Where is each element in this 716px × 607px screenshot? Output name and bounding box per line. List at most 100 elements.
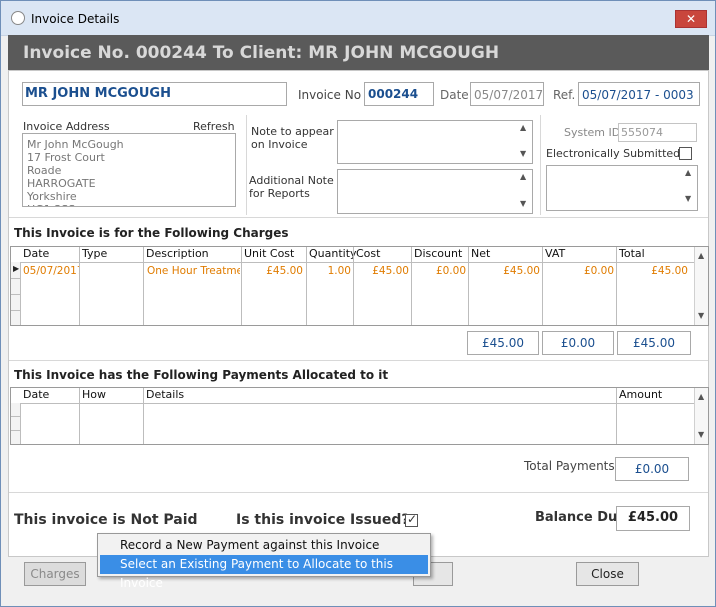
row-selector[interactable] <box>11 417 21 431</box>
row-selector[interactable] <box>11 311 21 325</box>
scroll-down-icon[interactable]: ▼ <box>698 311 704 320</box>
col-details-header[interactable]: Details <box>144 388 344 403</box>
ref-label: Ref. <box>553 88 576 102</box>
col-line <box>143 247 144 325</box>
cell-total: £45.00 <box>651 265 688 277</box>
date-value: 05/07/2017 <box>474 88 544 102</box>
col-unit-cost-header[interactable]: Unit Cost <box>242 247 306 262</box>
col-date-header[interactable]: Date <box>21 247 81 262</box>
scroll-down-icon[interactable]: ▼ <box>520 199 526 208</box>
additional-note-scrollbar[interactable]: ▲ ▼ <box>517 170 532 213</box>
issued-question-label: Is this invoice Issued? <box>236 512 410 528</box>
cell-date: 05/07/2017 <box>23 265 79 277</box>
scroll-up-icon[interactable]: ▲ <box>698 392 704 401</box>
col-discount-header[interactable]: Discount <box>412 247 470 262</box>
invoice-banner: Invoice No. 000244 To Client: MR JOHN MC… <box>8 35 709 70</box>
invoice-no-value: 000244 <box>368 87 419 101</box>
issued-checkbox[interactable]: ✓ <box>405 512 418 527</box>
note-scrollbar[interactable]: ▲ ▼ <box>517 121 532 163</box>
row-selector[interactable] <box>11 295 21 311</box>
col-amount-header[interactable]: Amount <box>617 388 689 403</box>
ref-value: 05/07/2017 - 0003 <box>582 88 694 102</box>
system-id-value: 555074 <box>621 126 663 139</box>
ref-field[interactable]: 05/07/2017 - 0003 <box>578 82 700 106</box>
row-selector[interactable] <box>11 431 21 444</box>
date-label: Date <box>440 88 469 102</box>
header-underline <box>21 262 694 263</box>
submission-scrollbar[interactable]: ▲ ▼ <box>682 166 697 210</box>
scroll-down-icon[interactable]: ▼ <box>520 149 526 158</box>
checkmark-icon: ✓ <box>407 512 418 526</box>
submission-notes-field[interactable]: ▲ ▼ <box>546 165 698 211</box>
charges-button[interactable]: Charges <box>24 562 86 586</box>
payments-scrollbar[interactable]: ▲ ▼ <box>694 388 708 444</box>
total-payments-label: Total Payments <box>524 459 615 473</box>
electronically-submitted-label: Electronically Submitted <box>546 147 681 160</box>
divider <box>9 360 708 361</box>
cell-vat: £0.00 <box>583 265 614 277</box>
additional-note-label-line1: Additional Note <box>249 174 334 187</box>
col-line <box>616 388 617 444</box>
col-line <box>468 247 469 325</box>
title-bar: Invoice Details ✕ <box>1 1 715 36</box>
cell-quantity: 1.00 <box>327 265 351 277</box>
col-line <box>616 247 617 325</box>
col-line <box>411 247 412 325</box>
col-type-header[interactable]: Type <box>80 247 140 262</box>
invoice-address-label: Invoice Address <box>23 120 110 133</box>
invoice-address-field[interactable]: Mr John McGough 17 Frost Court Roade HAR… <box>22 133 236 207</box>
invoice-no-field[interactable]: 000244 <box>364 82 434 106</box>
invoice-content: MR JOHN MCGOUGH Invoice No 000244 Date 0… <box>8 70 709 557</box>
col-line <box>353 247 354 325</box>
balance-due-label: Balance Due <box>535 510 627 525</box>
note-label-line2: on Invoice <box>251 138 308 151</box>
scroll-down-icon[interactable]: ▼ <box>685 194 691 203</box>
col-line <box>241 247 242 325</box>
col-date-header[interactable]: Date <box>21 388 81 403</box>
col-quantity-header[interactable]: Quantity <box>307 247 357 262</box>
cell-cost: £45.00 <box>372 265 409 277</box>
col-line <box>306 247 307 325</box>
divider <box>540 115 541 215</box>
row-selector[interactable] <box>11 403 21 417</box>
additional-note-label-line2: for Reports <box>249 187 310 200</box>
col-how-header[interactable]: How <box>80 388 140 403</box>
cell-description: One Hour Treatme <box>147 265 240 277</box>
scroll-up-icon[interactable]: ▲ <box>698 251 704 260</box>
divider <box>9 492 708 493</box>
col-line <box>79 247 80 325</box>
charges-scrollbar[interactable]: ▲ ▼ <box>694 247 708 325</box>
total-payments-field: £0.00 <box>615 457 689 481</box>
col-net-header[interactable]: Net <box>469 247 541 262</box>
scroll-up-icon[interactable]: ▲ <box>685 168 691 177</box>
menu-item-record-new-payment[interactable]: Record a New Payment against this Invoic… <box>100 536 428 555</box>
electronically-submitted-checkbox[interactable] <box>679 147 692 160</box>
invoice-details-window: Invoice Details ✕ Invoice No. 000244 To … <box>0 0 716 607</box>
system-id-field: 555074 <box>618 123 697 142</box>
client-name-field[interactable]: MR JOHN MCGOUGH <box>22 82 287 106</box>
balance-due-field: £45.00 <box>616 506 690 531</box>
window-title: Invoice Details <box>31 12 120 26</box>
menu-item-select-existing-payment[interactable]: Select an Existing Payment to Allocate t… <box>100 555 428 590</box>
col-line <box>542 247 543 325</box>
refresh-link[interactable]: Refresh <box>193 120 235 133</box>
date-field[interactable]: 05/07/2017 <box>470 82 544 106</box>
col-line <box>79 388 80 444</box>
divider <box>246 115 247 215</box>
scroll-up-icon[interactable]: ▲ <box>520 123 526 132</box>
grand-total-field: £45.00 <box>617 331 691 355</box>
close-window-button[interactable]: ✕ <box>675 10 707 28</box>
col-description-header[interactable]: Description <box>144 247 240 262</box>
close-button[interactable]: Close <box>576 562 639 586</box>
col-vat-header[interactable]: VAT <box>543 247 615 262</box>
additional-note-textarea[interactable]: ▲ ▼ <box>337 169 533 214</box>
note-on-invoice-textarea[interactable]: ▲ ▼ <box>337 120 533 164</box>
scroll-up-icon[interactable]: ▲ <box>520 172 526 181</box>
cell-unit-cost: £45.00 <box>266 265 303 277</box>
paid-status-text: This invoice is Not Paid <box>14 512 198 528</box>
row-selector[interactable]: ▶ <box>11 262 21 279</box>
scroll-down-icon[interactable]: ▼ <box>698 430 704 439</box>
col-total-header[interactable]: Total <box>617 247 689 262</box>
row-selector[interactable] <box>11 279 21 295</box>
col-cost-header[interactable]: Cost <box>354 247 410 262</box>
